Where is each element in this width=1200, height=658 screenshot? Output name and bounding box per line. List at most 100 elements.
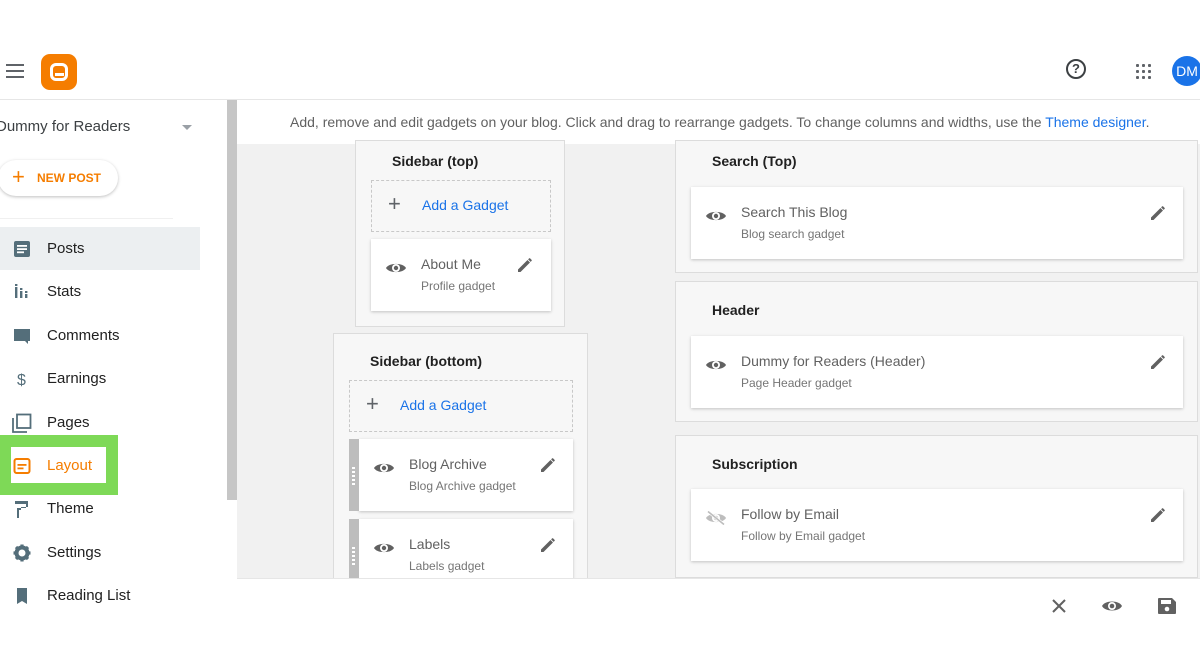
plus-icon: +: [12, 164, 25, 189]
sidebar-item-comments[interactable]: Comments: [0, 314, 200, 357]
pages-icon: [12, 413, 32, 433]
theme-designer-link[interactable]: Theme designer: [1045, 114, 1145, 130]
apps-grid-icon[interactable]: [1136, 64, 1152, 80]
gadget-name: Follow by Email: [741, 506, 840, 522]
hamburger-menu-icon[interactable]: [6, 64, 24, 78]
eye-hidden-icon[interactable]: [705, 511, 727, 525]
sidebar-item-label: Theme: [47, 500, 94, 518]
new-post-label: NEW POST: [37, 171, 102, 185]
edit-pencil-icon[interactable]: [1149, 204, 1167, 222]
gadget-name: Blog Archive: [409, 456, 487, 472]
gadget-page-header[interactable]: Dummy for Readers (Header) Page Header g…: [691, 336, 1183, 408]
gadget-name: Labels: [409, 536, 451, 552]
section-sidebar-bottom: Sidebar (bottom) + Add a Gadget Blog Arc…: [333, 333, 588, 593]
eye-visible-icon[interactable]: [373, 461, 395, 475]
save-icon[interactable]: [1157, 597, 1177, 615]
caret-down-icon: [182, 125, 192, 130]
edit-pencil-icon[interactable]: [539, 536, 557, 554]
sidebar-item-theme[interactable]: Theme: [0, 487, 200, 530]
sidebar-item-settings[interactable]: Settings: [0, 531, 200, 574]
earnings-icon: $: [17, 372, 26, 389]
sidebar-item-label: Layout: [47, 456, 93, 474]
sidebar-item-label: Stats: [47, 283, 82, 301]
stats-icon: [15, 284, 28, 299]
gadget-type: Page Header gadget: [741, 376, 852, 390]
sidebar-item-posts[interactable]: Posts: [0, 227, 200, 271]
section-title: Subscription: [712, 456, 798, 472]
eye-visible-icon[interactable]: [705, 209, 727, 223]
layout-description: Add, remove and edit gadgets on your blo…: [237, 100, 1200, 144]
top-bar: ? DM: [0, 40, 1200, 100]
section-title: Header: [712, 302, 760, 318]
sidebar-item-pages[interactable]: Pages: [0, 401, 200, 444]
help-icon[interactable]: ?: [1066, 59, 1086, 79]
sidebar-item-reading-list[interactable]: Reading List: [0, 574, 200, 617]
theme-icon: [15, 501, 28, 519]
gadget-type: Blog Archive gadget: [409, 479, 516, 493]
close-icon[interactable]: [1049, 597, 1069, 615]
layout-editor: Add, remove and edit gadgets on your blo…: [237, 100, 1200, 593]
add-gadget-button[interactable]: + Add a Gadget: [349, 380, 573, 432]
sidebar-item-earnings[interactable]: $ Earnings: [0, 357, 200, 400]
gadget-about-me[interactable]: About Me Profile gadget: [371, 239, 551, 311]
eye-visible-icon[interactable]: [385, 261, 407, 275]
sidebar-item-label: Earnings: [47, 370, 107, 388]
sidebar-divider: [0, 218, 173, 219]
eye-visible-icon[interactable]: [373, 541, 395, 555]
comments-icon: [14, 328, 30, 344]
blogger-logo[interactable]: [41, 54, 77, 90]
avatar[interactable]: DM: [1172, 56, 1200, 86]
section-search-top: Search (Top) Search This Blog Blog searc…: [675, 140, 1198, 273]
sidebar: Dummy for Readers + NEW POST Posts Stats…: [0, 100, 227, 620]
edit-pencil-icon[interactable]: [1149, 353, 1167, 371]
gadget-follow-by-email[interactable]: Follow by Email Follow by Email gadget: [691, 489, 1183, 561]
section-title: Sidebar (top): [392, 153, 479, 169]
gadget-type: Profile gadget: [421, 279, 496, 293]
sidebar-nav: Posts Stats Comments $ Earnings Pages La…: [0, 227, 200, 618]
plus-icon: +: [388, 191, 401, 216]
sidebar-item-label: Comments: [47, 326, 120, 344]
settings-icon: [13, 544, 31, 562]
bottom-action-bar: [237, 578, 1200, 618]
section-title: Search (Top): [712, 153, 797, 169]
description-text: Add, remove and edit gadgets on your blo…: [290, 114, 1046, 130]
edit-pencil-icon[interactable]: [539, 456, 557, 474]
blog-name: Dummy for Readers: [0, 118, 131, 135]
section-subscription: Subscription Follow by Email Follow by E…: [675, 435, 1198, 578]
sidebar-item-label: Reading List: [47, 587, 131, 605]
drag-handle[interactable]: [349, 439, 359, 511]
sidebar-scrollbar[interactable]: [227, 100, 237, 500]
reading-list-icon: [17, 588, 27, 605]
sidebar-item-label: Pages: [47, 413, 90, 431]
add-gadget-label: Add a Gadget: [422, 197, 509, 213]
gadget-type: Follow by Email gadget: [741, 529, 866, 543]
gadget-name: Search This Blog: [741, 204, 848, 220]
section-header: Header Dummy for Readers (Header) Page H…: [675, 281, 1198, 422]
sidebar-item-label: Posts: [47, 240, 85, 257]
gadget-search-this-blog[interactable]: Search This Blog Blog search gadget: [691, 187, 1183, 259]
sidebar-item-label: Settings: [47, 543, 102, 561]
description-end: .: [1145, 114, 1150, 130]
add-gadget-button[interactable]: + Add a Gadget: [371, 180, 551, 232]
new-post-button[interactable]: + NEW POST: [0, 160, 118, 196]
add-gadget-label: Add a Gadget: [400, 397, 487, 413]
eye-visible-icon[interactable]: [705, 358, 727, 372]
section-title: Sidebar (bottom): [370, 353, 482, 369]
layout-icon: [13, 457, 31, 474]
gadget-type: Labels gadget: [409, 559, 485, 573]
preview-eye-icon[interactable]: [1102, 597, 1122, 615]
gadget-name: Dummy for Readers (Header): [741, 353, 926, 369]
posts-icon: [14, 241, 30, 257]
section-sidebar-top: Sidebar (top) + Add a Gadget About Me Pr…: [355, 140, 565, 327]
edit-pencil-icon[interactable]: [1149, 506, 1167, 524]
plus-icon: +: [366, 391, 379, 416]
gadget-name: About Me: [421, 256, 481, 272]
sidebar-item-layout[interactable]: Layout: [0, 444, 200, 487]
blog-selector[interactable]: Dummy for Readers: [0, 118, 196, 135]
edit-pencil-icon[interactable]: [516, 256, 534, 274]
gadget-type: Blog search gadget: [741, 227, 845, 241]
blogger-layout-page: ? DM Dummy for Readers + NEW POST Posts …: [0, 0, 1200, 658]
gadget-blog-archive[interactable]: Blog Archive Blog Archive gadget: [349, 439, 573, 511]
svg-text:$: $: [17, 372, 26, 389]
sidebar-item-stats[interactable]: Stats: [0, 270, 200, 313]
